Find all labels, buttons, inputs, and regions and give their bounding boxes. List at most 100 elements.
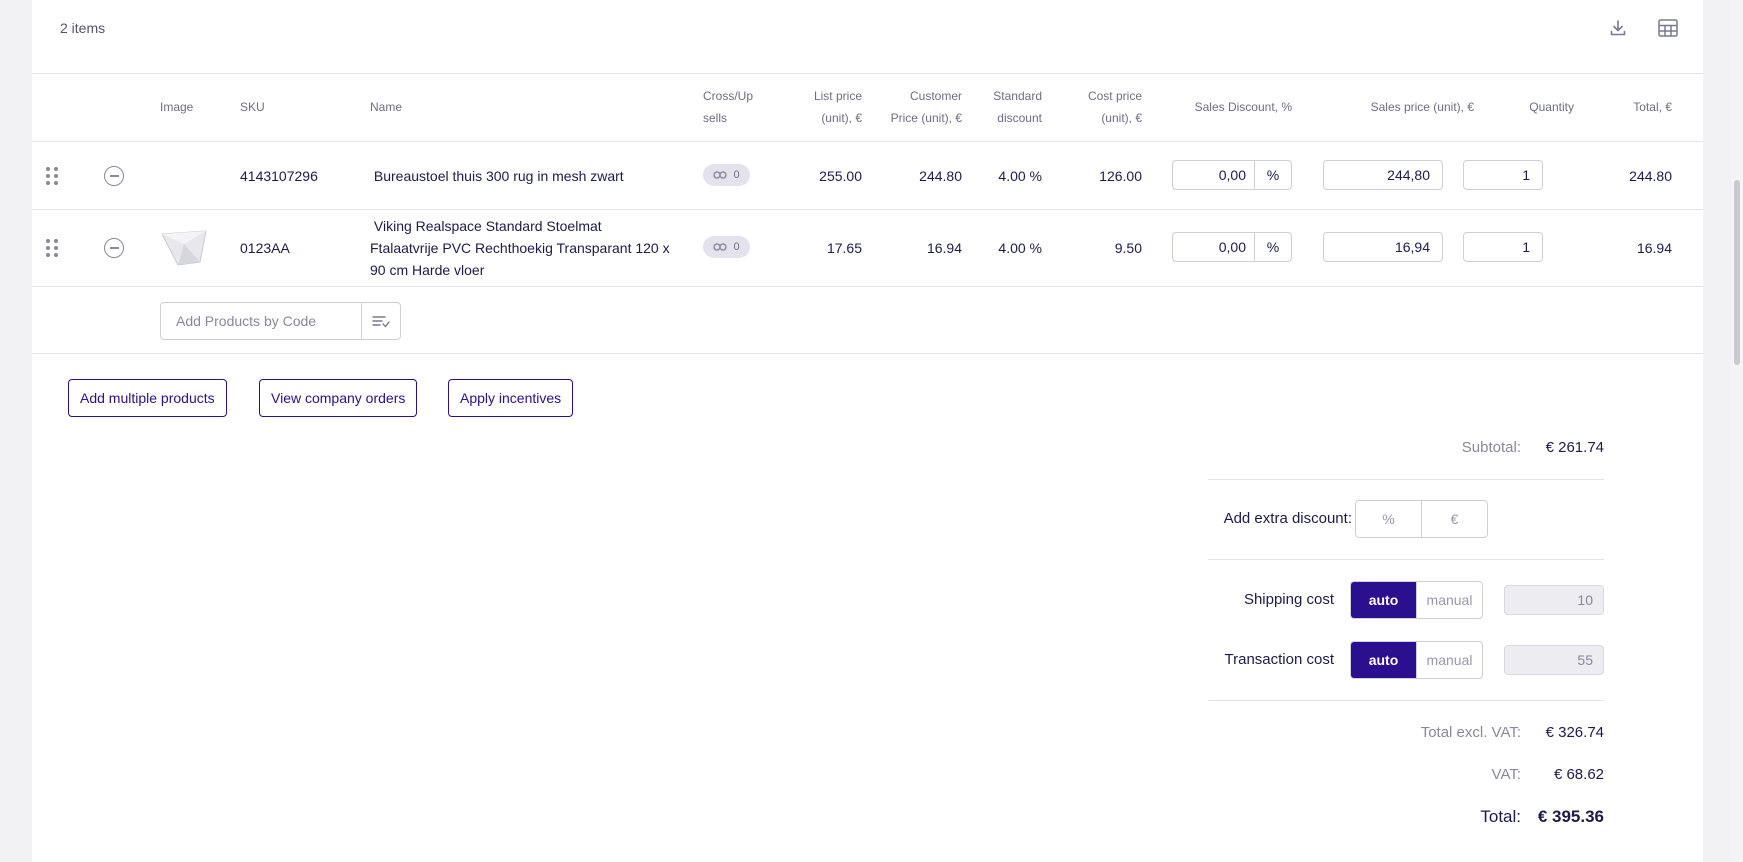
- quantity-input[interactable]: 1: [1463, 160, 1543, 190]
- remove-row-icon[interactable]: [104, 238, 124, 258]
- row-standard-discount: 4.00 %: [998, 168, 1042, 184]
- divider: [1208, 479, 1604, 480]
- col-customer-price: Customer Price (unit), €: [852, 85, 962, 129]
- grand-total-label: Total:: [1480, 807, 1521, 826]
- row-name: Viking Realspace Standard Stoelmat Ftala…: [370, 215, 670, 281]
- row-list-price: 255.00: [819, 168, 862, 184]
- vat-label: VAT:: [1491, 766, 1521, 783]
- col-sales-discount: Sales Discount, %: [1194, 100, 1292, 114]
- shipping-mode-toggle: auto manual: [1350, 581, 1483, 619]
- col-cost-price: Cost price (unit), €: [1052, 85, 1142, 129]
- add-products-by-code[interactable]: Add Products by Code: [160, 302, 401, 340]
- cross-sells-chip[interactable]: 0: [703, 236, 750, 258]
- product-image: [161, 230, 207, 266]
- col-cross-up-line1: Cross/Up: [703, 89, 754, 103]
- row-name-line3: 90 cm Harde vloer: [370, 262, 485, 278]
- col-customer-price-line2: Price (unit), €: [890, 111, 962, 125]
- col-cost-price-line2: (unit), €: [1101, 111, 1142, 125]
- divider: [1208, 700, 1604, 701]
- col-list-price-line2: (unit), €: [821, 111, 862, 125]
- row-name-line1: Viking Realspace Standard Stoelmat: [370, 218, 602, 234]
- shipping-cost-label: Shipping cost: [1243, 591, 1334, 608]
- sales-discount-unit: %: [1266, 167, 1280, 183]
- sales-discount-value[interactable]: 0,00: [1173, 161, 1255, 189]
- extra-discount-euro-input[interactable]: €: [1421, 501, 1487, 537]
- sales-price-input[interactable]: 16,94: [1323, 232, 1443, 262]
- add-products-by-code-input[interactable]: Add Products by Code: [161, 303, 362, 339]
- sales-discount-input[interactable]: 0,00 %: [1172, 232, 1292, 262]
- view-company-orders-button[interactable]: View company orders: [259, 379, 418, 417]
- shipping-cost-value: 10: [1504, 585, 1604, 615]
- col-cross-up: Cross/Up sells: [703, 85, 753, 129]
- col-sku: SKU: [240, 100, 265, 114]
- col-standard-discount: Standard discount: [952, 85, 1042, 129]
- items-count: 2 items: [60, 20, 106, 36]
- transaction-mode-toggle: auto manual: [1350, 641, 1483, 679]
- divider: [32, 286, 1703, 287]
- col-quantity: Quantity: [1529, 100, 1574, 114]
- divider: [32, 353, 1703, 354]
- remove-row-icon[interactable]: [104, 166, 124, 186]
- apply-incentives-button[interactable]: Apply incentives: [448, 379, 574, 417]
- col-total: Total, €: [1633, 100, 1672, 114]
- sales-discount-value[interactable]: 0,00: [1173, 233, 1255, 261]
- transaction-cost-value: 55: [1504, 645, 1604, 675]
- shipping-manual-option[interactable]: manual: [1416, 582, 1482, 618]
- row-customer-price: 16.94: [926, 240, 962, 256]
- col-image: Image: [160, 100, 194, 114]
- divider: [32, 141, 1703, 142]
- divider: [1208, 559, 1604, 560]
- sales-discount-unit: %: [1266, 239, 1280, 255]
- transaction-auto-option[interactable]: auto: [1351, 642, 1416, 678]
- row-cost-price: 9.50: [1114, 240, 1142, 256]
- sales-price-input[interactable]: 244,80: [1323, 160, 1443, 190]
- divider: [32, 73, 1703, 74]
- col-standard-discount-line2: discount: [997, 111, 1042, 125]
- row-cost-price: 126.00: [1099, 168, 1142, 184]
- col-customer-price-line1: Customer: [909, 89, 962, 103]
- page-scrollbar[interactable]: [1731, 0, 1743, 862]
- add-multiple-products-button[interactable]: Add multiple products: [68, 379, 227, 417]
- cross-sells-count: 0: [733, 169, 740, 181]
- shipping-auto-option[interactable]: auto: [1351, 582, 1416, 618]
- vat-value: € 68.62: [1553, 766, 1604, 783]
- row-standard-discount: 4.00 %: [998, 240, 1042, 256]
- transaction-cost-label: Transaction cost: [1224, 651, 1335, 668]
- drag-handle-icon[interactable]: [44, 165, 60, 187]
- col-list-price: List price (unit), €: [772, 85, 862, 129]
- col-standard-discount-line1: Standard: [993, 89, 1042, 103]
- total-excl-vat-label: Total excl. VAT:: [1420, 724, 1521, 741]
- row-name-line2: Ftalaatvrije PVC Rechthoekig Transparant…: [370, 240, 670, 256]
- col-cost-price-line1: Cost price: [1087, 89, 1142, 103]
- extra-discount-inputs: % €: [1355, 500, 1488, 538]
- cross-sells-count: 0: [733, 241, 740, 253]
- cross-sells-chip[interactable]: 0: [703, 164, 750, 186]
- row-sku: 0123AA: [240, 240, 290, 256]
- grand-total-value: € 395.36: [1537, 807, 1604, 826]
- sales-discount-input[interactable]: 0,00 %: [1172, 160, 1292, 190]
- product-list-icon[interactable]: [362, 303, 400, 339]
- row-name: Bureaustoel thuis 300 rug in mesh zwart: [370, 168, 624, 184]
- row-customer-price: 244.80: [919, 168, 962, 184]
- drag-handle-icon[interactable]: [44, 237, 60, 259]
- row-total: 244.80: [1629, 168, 1672, 184]
- row-total: 16.94: [1636, 240, 1672, 256]
- col-sales-price: Sales price (unit), €: [1370, 100, 1474, 114]
- divider: [32, 209, 1703, 210]
- total-excl-vat-value: € 326.74: [1545, 724, 1604, 741]
- subtotal-value: € 261.74: [1545, 439, 1604, 456]
- col-list-price-line1: List price: [813, 89, 862, 103]
- order-items-panel: 2 items Image SKU Name Cross/Up sells Li…: [32, 0, 1703, 862]
- row-sku: 4143107296: [240, 168, 318, 184]
- row-list-price: 17.65: [826, 240, 862, 256]
- transaction-manual-option[interactable]: manual: [1416, 642, 1482, 678]
- scrollbar-thumb[interactable]: [1734, 180, 1740, 365]
- table-columns-icon[interactable]: [1654, 14, 1682, 42]
- col-cross-up-line2: sells: [703, 111, 728, 125]
- download-icon[interactable]: [1604, 14, 1632, 42]
- extra-discount-label: Add extra discount:: [1223, 510, 1352, 527]
- col-name: Name: [370, 100, 403, 114]
- extra-discount-percent-input[interactable]: %: [1356, 501, 1421, 537]
- quantity-input[interactable]: 1: [1463, 232, 1543, 262]
- subtotal-label: Subtotal:: [1461, 439, 1521, 456]
